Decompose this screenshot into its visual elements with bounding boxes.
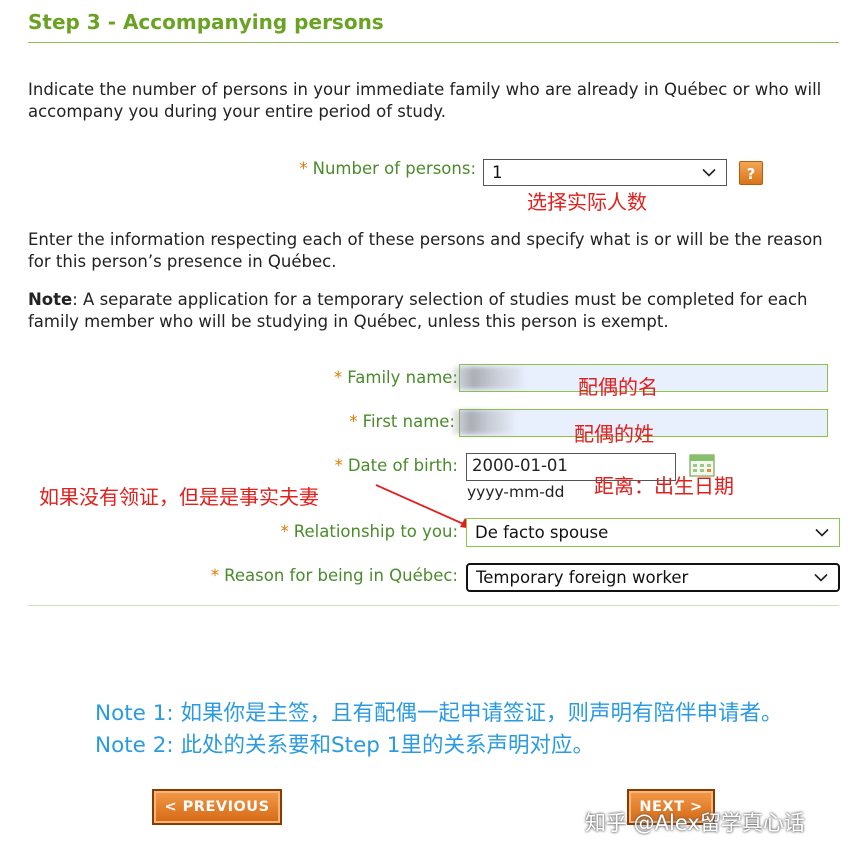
info-paragraph: Enter the information respecting each of…: [28, 230, 823, 271]
relationship-value: De facto spouse: [475, 523, 609, 542]
first-name-label: * First name:: [349, 412, 455, 431]
annotation-select-count: 选择实际人数: [527, 190, 647, 214]
dob-label: * Date of birth:: [334, 456, 458, 475]
required-star-icon: *: [299, 159, 308, 178]
watermark: 知乎 @Alex留学真心话: [585, 811, 805, 835]
chevron-down-icon: [815, 528, 829, 537]
family-name-label: * Family name:: [334, 368, 458, 387]
required-star-icon: *: [334, 456, 343, 475]
reason-value: Temporary foreign worker: [476, 568, 689, 587]
reason-select[interactable]: Temporary foreign worker: [466, 563, 840, 592]
note-text: : A separate application for a temporary…: [28, 290, 808, 331]
form-bottom-divider: [28, 605, 839, 606]
annotation-dob: 距离：出生日期: [594, 474, 734, 498]
reason-label: * Reason for being in Québec:: [210, 566, 458, 585]
annotation-note-2: Note 2: 此处的关系要和Step 1里的关系声明对应。: [95, 733, 594, 758]
annotation-note-1: Note 1: 如果你是主签，且有配偶一起申请签证，则声明有陪伴申请者。: [95, 701, 783, 726]
required-star-icon: *: [210, 566, 220, 585]
chevron-down-icon: [702, 168, 716, 177]
number-of-persons-value: 1: [492, 163, 503, 182]
note-label: Note: [28, 290, 73, 309]
previous-button[interactable]: < PREVIOUS: [152, 789, 282, 825]
annotation-spouse-family-name: 配偶的姓: [574, 422, 654, 446]
relationship-label: * Relationship to you:: [280, 522, 458, 541]
chevron-down-icon: [814, 573, 828, 582]
dob-format-hint: yyyy-mm-dd: [467, 483, 565, 501]
number-of-persons-select[interactable]: 1: [483, 159, 727, 186]
number-of-persons-label: * Number of persons:: [299, 159, 476, 178]
required-star-icon: *: [349, 412, 358, 431]
annotation-spouse-given-name: 配偶的名: [578, 375, 658, 399]
help-button[interactable]: ?: [739, 161, 763, 185]
note-paragraph: Note: A separate application for a tempo…: [28, 289, 838, 333]
redacted-first-name: [452, 410, 514, 434]
page-title: Step 3 - Accompanying persons: [28, 10, 384, 34]
title-divider: [28, 42, 839, 43]
annotation-de-facto: 如果没有领证，但是是事实夫妻: [39, 485, 319, 509]
relationship-select[interactable]: De facto spouse: [466, 518, 840, 547]
redacted-family-name: [452, 367, 524, 389]
required-star-icon: *: [280, 522, 289, 541]
intro-paragraph: Indicate the number of persons in your i…: [28, 80, 822, 121]
required-star-icon: *: [334, 368, 343, 387]
